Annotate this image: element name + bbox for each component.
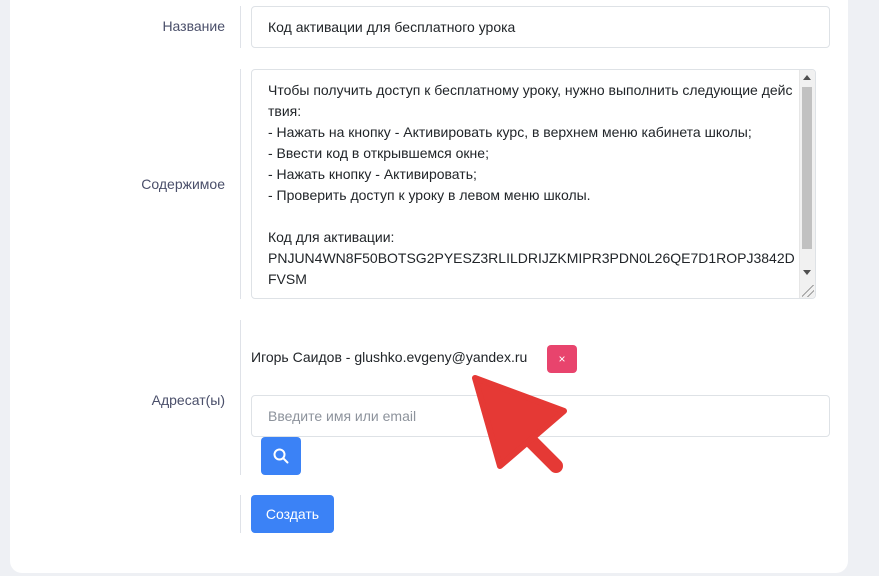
recipient-search-input[interactable] <box>251 395 830 437</box>
submit-divider <box>240 495 241 533</box>
content-divider <box>240 69 241 299</box>
selected-recipient: Игорь Саидов - glushko.evgeny@yandex.ru <box>251 349 528 365</box>
content-textarea[interactable]: Чтобы получить доступ к бесплатному урок… <box>251 69 816 299</box>
resize-grip-icon[interactable] <box>802 285 814 297</box>
content-text[interactable]: Чтобы получить доступ к бесплатному урок… <box>268 80 795 290</box>
scroll-thumb[interactable] <box>802 87 812 249</box>
scroll-down-arrow-icon[interactable] <box>803 270 811 275</box>
title-divider <box>240 6 241 48</box>
scroll-up-arrow-icon[interactable] <box>803 75 811 80</box>
search-icon <box>273 448 289 464</box>
textarea-scrollbar[interactable] <box>799 70 815 298</box>
title-label: Название <box>162 18 225 34</box>
remove-recipient-button[interactable]: × <box>547 345 577 373</box>
content-label: Содержимое <box>141 176 225 192</box>
search-button[interactable] <box>261 437 301 475</box>
create-button[interactable]: Создать <box>251 495 334 533</box>
recipients-label: Адресат(ы) <box>151 392 225 408</box>
title-input[interactable] <box>251 6 830 48</box>
recipients-divider <box>240 320 241 475</box>
close-icon: × <box>558 352 566 366</box>
